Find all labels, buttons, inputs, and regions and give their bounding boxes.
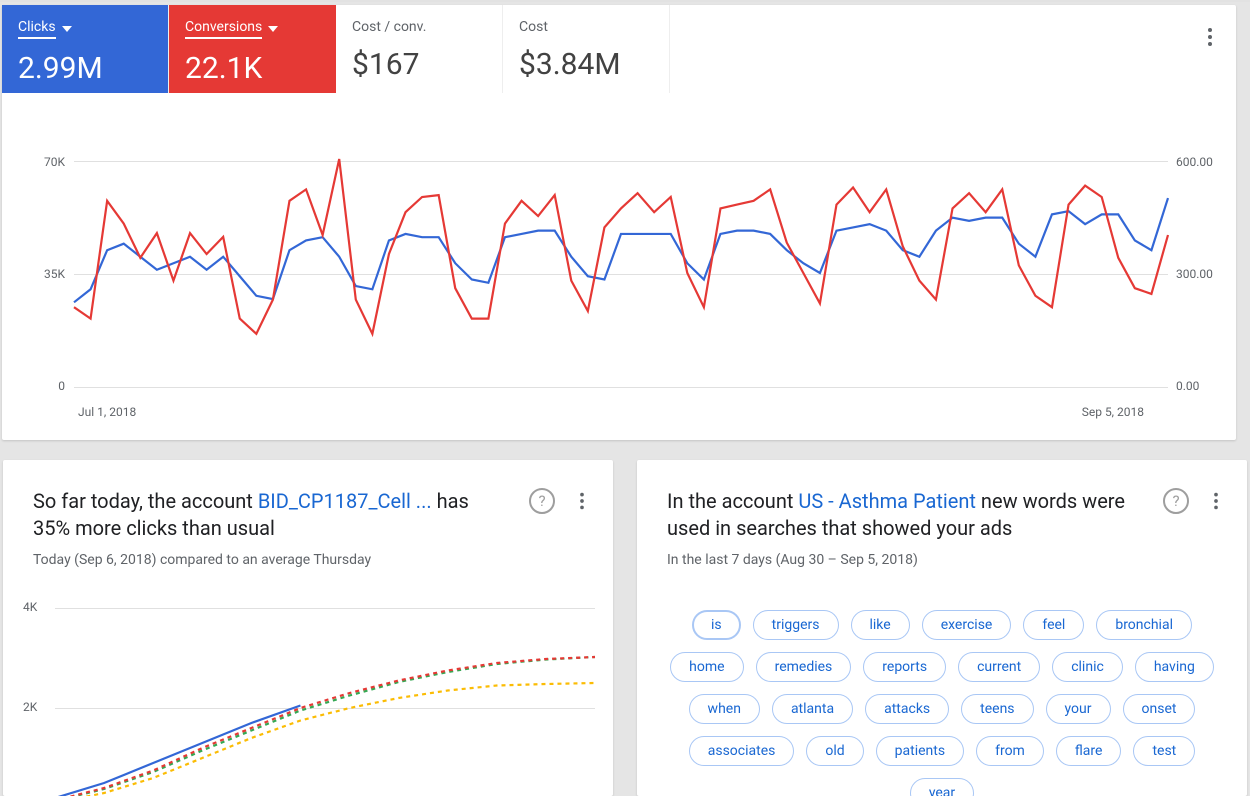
- kpi-clicks[interactable]: Clicks 2.99M: [2, 5, 169, 93]
- card-menu-button[interactable]: [1205, 490, 1227, 512]
- help-icon[interactable]: ?: [1163, 488, 1189, 514]
- search-term-pill[interactable]: is: [692, 610, 741, 640]
- search-term-pill[interactable]: feel: [1023, 610, 1084, 640]
- insights-row: ? So far today, the account BID_CP1187_C…: [0, 460, 1250, 796]
- main-chart-svg: [74, 159, 1168, 389]
- y-tick: 4K: [23, 600, 37, 614]
- insight-subtext: Today (Sep 6, 2018) compared to an avera…: [33, 552, 583, 568]
- insight-chart: 4K 2K: [27, 600, 589, 796]
- chevron-down-icon: [62, 26, 72, 32]
- search-term-pill[interactable]: flare: [1056, 736, 1122, 766]
- search-term-pill[interactable]: associates: [689, 736, 795, 766]
- kpi-value: 22.1K: [185, 51, 320, 86]
- search-term-pill[interactable]: year: [910, 778, 974, 796]
- kpi-row: Clicks 2.99M Conversions 22.1K Cost / co…: [2, 5, 1236, 93]
- kpi-cost[interactable]: Cost $3.84M: [503, 5, 670, 93]
- search-term-pill[interactable]: reports: [863, 652, 946, 682]
- search-term-pill[interactable]: teens: [961, 694, 1033, 724]
- search-term-pill[interactable]: clinic: [1052, 652, 1123, 682]
- insight-headline: In the account US - Asthma Patient new w…: [667, 488, 1217, 542]
- insight-subtext: In the last 7 days (Aug 30 – Sep 5, 2018…: [667, 552, 1217, 568]
- kpi-conversions[interactable]: Conversions 22.1K: [169, 5, 336, 93]
- search-term-pill[interactable]: attacks: [865, 694, 949, 724]
- headline-prefix: In the account: [667, 489, 798, 513]
- headline-prefix: So far today, the account: [33, 489, 258, 513]
- account-link[interactable]: BID_CP1187_Cell ...: [258, 489, 432, 513]
- y-right-tick: 0.00: [1176, 379, 1199, 393]
- insight-headline: So far today, the account BID_CP1187_Cel…: [33, 488, 583, 542]
- search-term-pill[interactable]: onset: [1123, 694, 1196, 724]
- y-tick: 2K: [23, 700, 37, 714]
- main-chart: 70K 35K 0 600.00 300.00 0.00 Jul 1, 2018…: [38, 127, 1200, 419]
- series-avg-high: [55, 657, 595, 796]
- search-term-pill[interactable]: exercise: [922, 610, 1012, 640]
- x-end-label: Sep 5, 2018: [1082, 405, 1144, 419]
- kpi-value: $167: [352, 47, 486, 82]
- chevron-down-icon: [268, 26, 278, 32]
- search-term-pill[interactable]: when: [689, 694, 760, 724]
- kpi-label: Cost: [519, 19, 653, 35]
- y-left-tick: 70K: [44, 155, 65, 169]
- overview-card: Clicks 2.99M Conversions 22.1K Cost / co…: [2, 5, 1236, 440]
- search-term-pill[interactable]: current: [958, 652, 1040, 682]
- help-icon[interactable]: ?: [529, 488, 555, 514]
- series-clicks: [74, 198, 1168, 302]
- series-avg-mid: [55, 657, 595, 796]
- search-term-pill[interactable]: remedies: [756, 652, 852, 682]
- search-term-pill[interactable]: triggers: [753, 610, 839, 640]
- kpi-cost-per-conv[interactable]: Cost / conv. $167: [336, 5, 503, 93]
- search-term-pill[interactable]: your: [1046, 694, 1111, 724]
- search-term-pill[interactable]: old: [806, 736, 863, 766]
- kpi-label: Conversions: [185, 19, 262, 39]
- kpi-value: 2.99M: [18, 51, 152, 86]
- y-right-tick: 300.00: [1176, 267, 1213, 281]
- search-terms-pills: istriggerslikeexercisefeelbronchialhomer…: [667, 610, 1217, 796]
- series-conversions: [74, 159, 1168, 334]
- card-menu-button[interactable]: [571, 490, 593, 512]
- card-menu-button[interactable]: [1198, 25, 1222, 49]
- insight-card-clicks: ? So far today, the account BID_CP1187_C…: [3, 460, 613, 796]
- insight-chart-svg: [55, 600, 595, 796]
- search-term-pill[interactable]: from: [976, 736, 1044, 766]
- y-left-tick: 35K: [44, 267, 65, 281]
- search-term-pill[interactable]: patients: [876, 736, 964, 766]
- kpi-label: Clicks: [18, 19, 56, 39]
- kpi-value: $3.84M: [519, 47, 653, 82]
- series-today: [55, 706, 300, 796]
- search-term-pill[interactable]: having: [1135, 652, 1214, 682]
- y-left-tick: 0: [58, 379, 65, 393]
- y-right-tick: 600.00: [1176, 155, 1213, 169]
- kpi-label: Cost / conv.: [352, 19, 486, 35]
- search-term-pill[interactable]: like: [851, 610, 910, 640]
- search-term-pill[interactable]: bronchial: [1096, 610, 1192, 640]
- search-term-pill[interactable]: home: [670, 652, 743, 682]
- search-term-pill[interactable]: test: [1133, 736, 1195, 766]
- insight-card-search-terms: ? In the account US - Asthma Patient new…: [637, 460, 1247, 796]
- account-link[interactable]: US - Asthma Patient: [798, 489, 976, 513]
- x-start-label: Jul 1, 2018: [78, 405, 136, 419]
- search-term-pill[interactable]: atlanta: [772, 694, 853, 724]
